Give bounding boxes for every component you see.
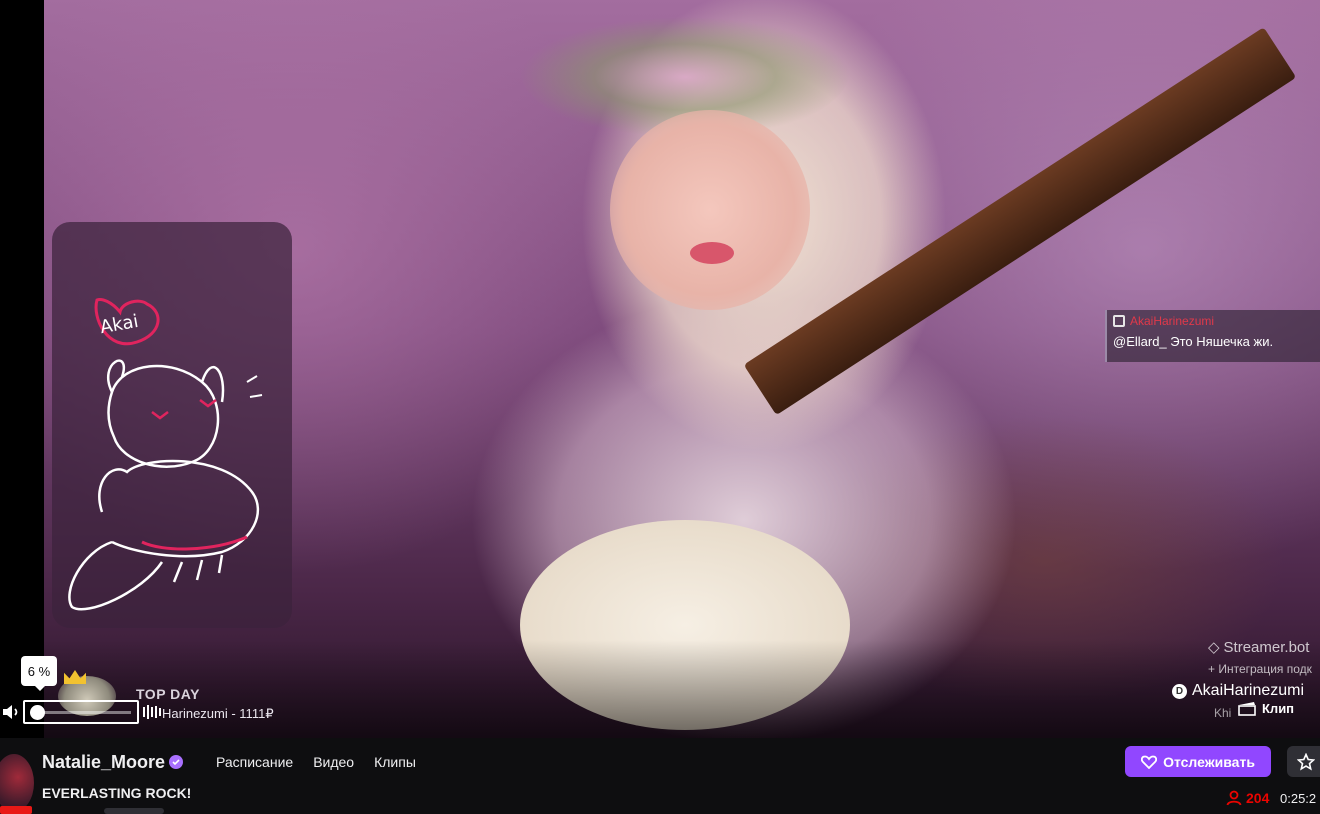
volume-thumb[interactable] [30, 705, 45, 720]
channel-nav: Расписание Видео Клипы [216, 754, 416, 770]
crown-icon [64, 670, 86, 684]
live-badge [0, 806, 32, 814]
follow-button[interactable]: Отслеживать [1125, 746, 1271, 777]
volume-slider[interactable] [23, 700, 139, 724]
video-player[interactable]: Akai AkaiHarinezumi @Ellard_ Это Няшечка… [0, 0, 1320, 738]
streamer-bot-subtitle: + Интеграция подк [1208, 662, 1312, 676]
equalizer-icon[interactable] [143, 705, 161, 719]
heart-icon [1141, 755, 1158, 769]
stream-title: EVERLASTING ROCK! [42, 785, 192, 801]
streamer-face-image [610, 110, 810, 310]
channel-avatar[interactable] [0, 754, 34, 812]
brand-watermark-sub: Khi [1214, 706, 1232, 720]
cat-drawing-icon [68, 298, 263, 611]
top-day-title: TOP DAY [136, 686, 200, 702]
chat-message-text: @Ellard_ Это Няшечка жи. [1113, 334, 1274, 349]
lips-image [690, 242, 734, 264]
favorite-button[interactable] [1287, 746, 1320, 777]
nav-videos-link[interactable]: Видео [313, 754, 354, 770]
viewer-count: 204 [1226, 790, 1269, 806]
verified-badge-icon [169, 755, 183, 769]
twitch-icon [1113, 315, 1125, 327]
star-icon [1297, 752, 1315, 771]
brand-watermark-text: AkaiHarinezumi [1192, 682, 1305, 699]
category-tag[interactable] [104, 808, 164, 814]
nav-schedule-link[interactable]: Расписание [216, 754, 293, 770]
clapperboard-icon [1238, 702, 1256, 716]
nav-clips-link[interactable]: Клипы [374, 754, 416, 770]
volume-tooltip: 6 % [21, 656, 57, 691]
streamer-bot-icon: ◇ [1208, 639, 1220, 656]
volume-icon[interactable] [2, 702, 20, 722]
streamer-bot-label: Streamer.bot [1223, 638, 1310, 656]
viewer-count-value: 204 [1246, 790, 1270, 806]
brand-watermark: D AkaiHarinezumi [1172, 682, 1304, 700]
chat-username: AkaiHarinezumi [1130, 314, 1215, 328]
viewers-person-icon [1226, 790, 1242, 806]
brand-logo-icon: D [1172, 683, 1187, 699]
channel-name-link[interactable]: Natalie_Moore [42, 752, 165, 773]
cat-sticker-overlay: Akai [52, 222, 292, 628]
channel-info-bar: Natalie_Moore Расписание Видео Клипы EVE… [0, 738, 1320, 814]
streamer-bot-logo: ◇ Streamer.bot [1208, 638, 1310, 657]
clip-label: Клип [1262, 700, 1295, 716]
volume-track [30, 705, 131, 720]
top-day-donor: Harinezumi - 1111₽ [162, 706, 274, 721]
stream-uptime: 0:25:2 [1280, 791, 1317, 806]
clip-button[interactable]: Клип [1238, 700, 1294, 716]
follow-button-label: Отслеживать [1163, 753, 1255, 770]
chat-overlay-message: AkaiHarinezumi @Ellard_ Это Няшечка жи. [1105, 310, 1320, 362]
